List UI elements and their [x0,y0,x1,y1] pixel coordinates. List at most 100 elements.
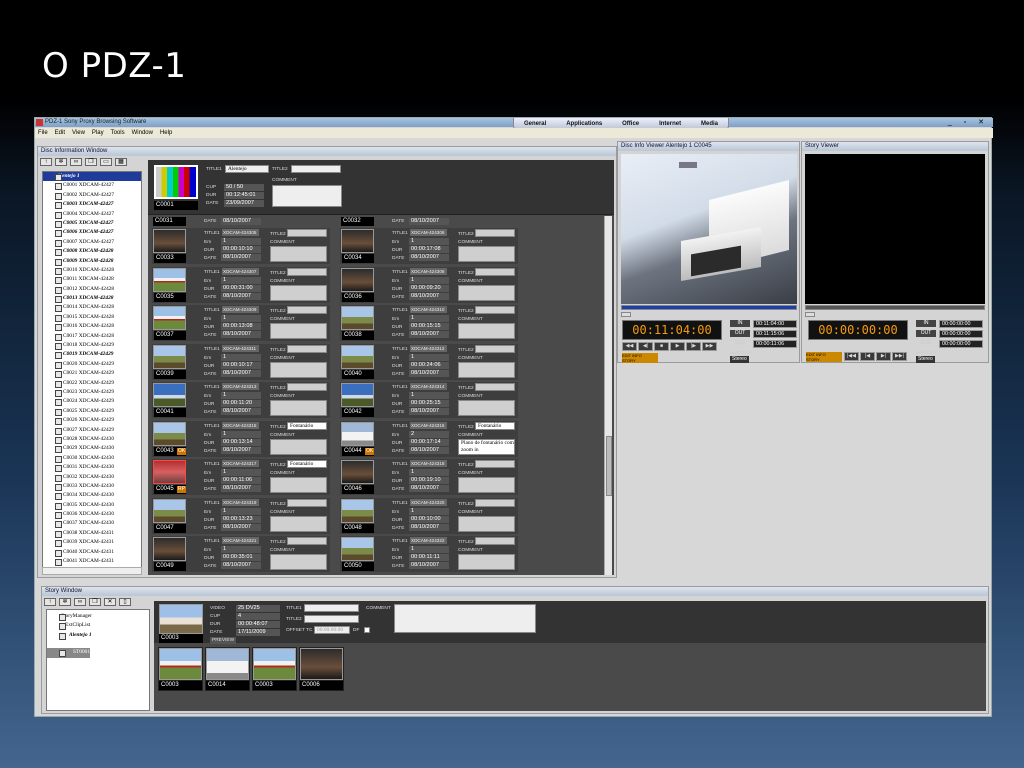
clip-card[interactable]: C0040 TITLE1 XDCAM-424312 Em 1 DUR 00:00:24:06… [340,343,518,380]
clip-title2-field[interactable] [287,267,327,276]
menu-window[interactable]: Window [132,128,153,138]
film-icon[interactable]: ▭ [100,158,112,166]
play-icon[interactable]: ▶ [670,342,685,351]
story-clip-card[interactable]: C0003 [158,647,203,691]
clip-card[interactable]: C0044 OK TITLE1 XDCAM-424316 Em 2 DUR 00:00:17:… [340,420,518,457]
clip-thumbnail[interactable] [153,537,186,561]
clip-card[interactable]: C0045 RP TITLE1 XDCAM-424317 Em 1 DUR 00:00:11:… [152,459,330,495]
clip-title2-field[interactable]: Fontanário [287,421,327,430]
tree-item[interactable]: C0037 XDCAM-42430 [43,519,141,529]
new-document-icon[interactable]: ▯ [119,598,131,606]
clip-title2-field[interactable] [475,498,515,507]
story-in-label[interactable]: IN [916,320,936,327]
story-clip-card[interactable]: C0003 [252,647,297,691]
clip-card[interactable]: C0035 TITLE1 XDCAM-424307 Em 1 DUR 00:00:31:00… [152,266,330,303]
tree-item[interactable]: C0035 XDCAM-42430 [43,501,141,511]
tree-item[interactable]: C0013 XDCAM-42428 [43,294,141,304]
clip-comment-field[interactable] [270,400,327,416]
clip-comment-field[interactable] [270,246,327,262]
tree-item[interactable]: C0021 XDCAM-42429 [43,369,141,379]
tree-item[interactable]: C0033 XDCAM-42430 [43,482,141,492]
clip-thumbnail[interactable] [153,306,186,330]
tree-item[interactable]: C0016 XDCAM-42428 [43,322,141,332]
viewer-scrub[interactable] [621,312,631,317]
clip-comment-field[interactable] [270,477,327,493]
clip-title2-field[interactable] [475,383,515,391]
tree-item[interactable]: C0032 XDCAM-42430 [43,473,141,482]
clip-comment-field[interactable] [270,284,327,301]
tree-item[interactable]: C0031 XDCAM-42430 [43,463,141,473]
clip-comment-field[interactable] [270,515,327,532]
tree-item[interactable]: C0003 XDCAM-42427 [43,200,141,210]
story-clip-thumbnail[interactable] [159,648,202,680]
step-back-icon[interactable]: ◀| [638,342,653,351]
tree-item[interactable]: C0024 XDCAM-42429 [43,397,141,407]
clip-card[interactable]: C0037 TITLE1 XDCAM-424309 Em 1 DUR 00:00:13:08… [152,305,330,341]
tree-item[interactable]: C0034 XDCAM-42430 [43,491,141,501]
fast-forward-icon[interactable]: ▶▶ [702,342,717,351]
clip-comment-field[interactable] [458,284,515,301]
story-clip-thumbnail[interactable] [300,648,343,680]
tree-item[interactable]: C0007 XDCAM-42427 [43,238,141,248]
tree-item[interactable]: C0010 XDCAM-42428 [43,266,141,276]
clip-card[interactable]: C0041 TITLE1 XDCAM-424313 Em 1 DUR 00:00:11:20… [152,382,330,418]
clip-comment-field[interactable] [458,477,515,493]
story-comment-field[interactable] [394,604,536,633]
tree-item[interactable]: C0022 XDCAM-42429 [43,379,141,388]
clip-title2-field[interactable] [475,537,515,545]
tree-item[interactable]: C0041 XDCAM-42431 [43,557,141,567]
story-scrub[interactable] [805,312,815,317]
disc-audio-mode[interactable]: Stereo [730,356,749,363]
tree-item[interactable]: C0020 XDCAM-42429 [43,360,141,370]
clip-thumbnail[interactable] [153,383,186,407]
clip-title2-field[interactable] [475,460,515,468]
menu-play[interactable]: Play [92,128,104,138]
clip-title2-field[interactable] [287,383,327,391]
story-tree-item[interactable]: Alentejo 1 [47,631,149,641]
story-clip-thumbnail[interactable] [206,648,249,680]
clip-card[interactable]: C0050 TITLE1 XDCAM-424322 Em 1 DUR 00:00:11:11… [340,536,518,572]
clip-comment-field[interactable] [458,515,515,532]
up-arrow-icon[interactable]: ↑ [40,158,52,166]
story-title1-field[interactable] [304,604,359,612]
stop-icon[interactable]: ■ [654,342,669,351]
clip-comment-field[interactable] [458,323,515,339]
tree-item[interactable]: C0039 XDCAM-42431 [43,538,141,548]
clip-grid-scrollbar[interactable] [604,216,612,575]
story-progress[interactable] [805,305,985,310]
tree-item[interactable]: C0018 XDCAM-42429 [43,341,141,351]
tree-item[interactable]: C0015 XDCAM-42428 [43,313,141,323]
story-out-label[interactable]: OUT [916,330,936,337]
menu-tools[interactable]: Tools [111,128,125,138]
clip-thumbnail[interactable] [153,460,186,484]
story-story-button[interactable]: STORY [806,357,842,362]
clip-thumbnail[interactable] [341,344,374,369]
gear-icon[interactable]: ✲ [55,158,67,166]
tree-item[interactable]: C0002 XDCAM-42427 [43,191,141,201]
clip-title2-field[interactable] [287,537,327,545]
menu-view[interactable]: View [72,128,85,138]
tree-item[interactable]: C0036 XDCAM-42430 [43,510,141,520]
clip-card[interactable]: C0049 TITLE1 XDCAM-424321 Em 1 DUR 00:00:35:01… [152,536,330,572]
clip-title2-field[interactable] [287,306,327,314]
tree-item[interactable]: C0023 XDCAM-42429 [43,388,141,398]
tree-item[interactable]: C0006 XDCAM-42427 [43,228,141,238]
window-controls[interactable]: _ ▫ ✕ [948,118,989,127]
tree-item[interactable]: Alentejo 1 [43,172,141,182]
viewer-progress[interactable] [621,305,797,310]
clip-thumbnail[interactable] [153,344,186,369]
clip-title2-field[interactable] [287,344,327,353]
step-forward-icon[interactable]: |▶ [686,342,701,351]
clip-comment-field[interactable] [270,554,327,570]
clip-thumbnail[interactable] [153,267,186,292]
clip-thumbnail[interactable] [341,229,374,253]
tree-item[interactable]: C0008 XDCAM-42428 [43,247,141,257]
binoculars-icon[interactable]: ∞ [70,158,82,166]
tree-item[interactable]: C0005 XDCAM-42427 [43,219,141,229]
clip-card[interactable]: C0038 TITLE1 XDCAM-424310 Em 1 DUR 00:00:15:15… [340,305,518,341]
header-title1-field[interactable]: Alentejo [225,165,269,173]
clip-thumbnail[interactable] [341,383,374,407]
clip-comment-field[interactable] [270,361,327,378]
story-next-icon[interactable]: ▶▶| [892,352,907,361]
tree-item[interactable]: C0029 XDCAM-42430 [43,444,141,454]
